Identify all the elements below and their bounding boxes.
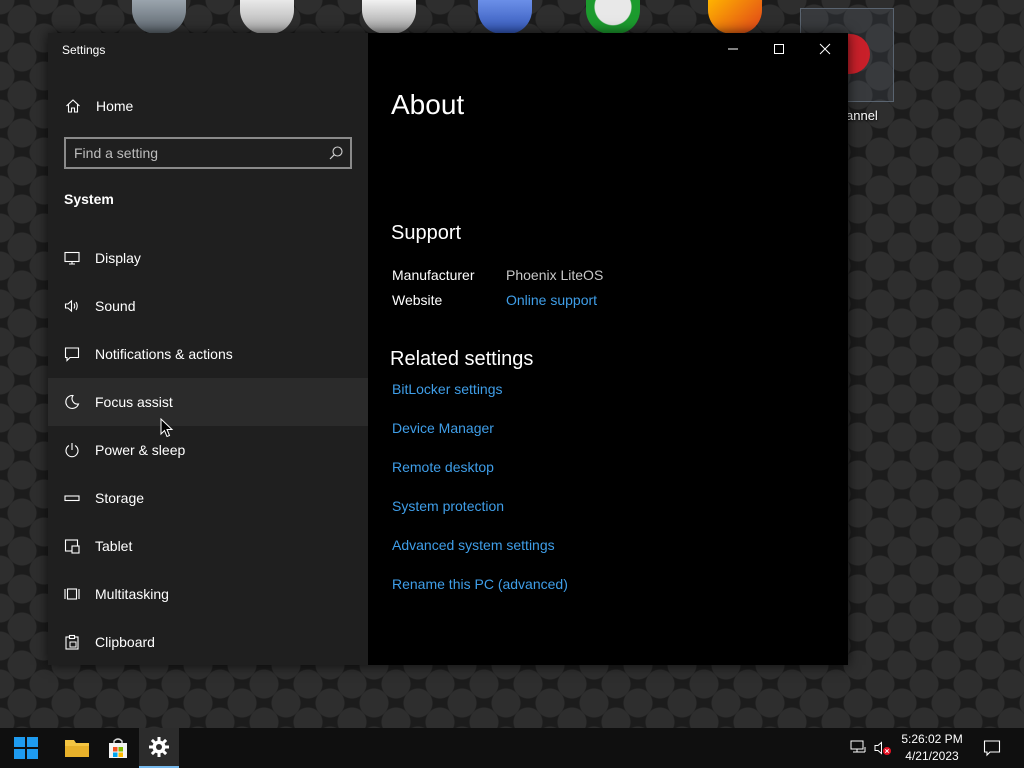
sidebar-item-focus-assist[interactable]: Focus assist <box>48 378 368 426</box>
file-explorer-button[interactable] <box>57 728 97 768</box>
minimize-icon <box>728 48 738 50</box>
sidebar-nav: Display Sound Notifications & actions Fo… <box>48 234 368 666</box>
sidebar-item-label: Storage <box>95 490 145 506</box>
start-button[interactable] <box>6 728 46 768</box>
desktop-folder-icon[interactable] <box>240 0 294 34</box>
sidebar-item-tablet[interactable]: Tablet <box>48 522 368 570</box>
page-title: About <box>391 89 465 120</box>
sidebar-item-label: Notifications & actions <box>95 346 233 362</box>
advanced-system-settings-link[interactable]: Advanced system settings <box>392 537 555 553</box>
maximize-button[interactable] <box>756 33 802 65</box>
window-title: Settings <box>62 43 106 57</box>
bitlocker-settings-link[interactable]: BitLocker settings <box>392 381 503 397</box>
close-button[interactable] <box>802 33 848 65</box>
sidebar-item-label: Power & sleep <box>95 442 186 458</box>
sidebar-item-label: Tablet <box>95 538 133 554</box>
search-box[interactable] <box>64 137 352 169</box>
sidebar-item-display[interactable]: Display <box>48 234 368 282</box>
multitasking-icon <box>64 588 80 600</box>
clipboard-icon <box>65 634 79 650</box>
desktop-controller-icon[interactable] <box>362 0 416 34</box>
sidebar-item-label: Clipboard <box>95 634 155 650</box>
sidebar-item-home[interactable]: Home <box>48 91 368 123</box>
manufacturer-label: Manufacturer <box>392 267 475 283</box>
desktop-xbox-icon[interactable] <box>586 0 640 34</box>
section-title: System <box>64 191 114 207</box>
system-protection-link[interactable]: System protection <box>392 498 504 514</box>
volume-muted-icon[interactable] <box>874 740 892 756</box>
support-heading: Support <box>391 222 462 244</box>
rename-pc-link[interactable]: Rename this PC (advanced) <box>392 576 568 592</box>
sidebar-item-multitasking[interactable]: Multitasking <box>48 570 368 618</box>
sidebar-item-clipboard[interactable]: Clipboard <box>48 618 368 666</box>
home-icon <box>66 99 80 113</box>
maximize-icon <box>774 44 784 54</box>
sidebar-item-label: Focus assist <box>95 394 173 410</box>
gear-icon <box>149 737 169 757</box>
desktop-recycle-bin-icon[interactable] <box>132 0 186 34</box>
sidebar-item-storage[interactable]: Storage <box>48 474 368 522</box>
tablet-icon <box>64 539 80 554</box>
moon-icon <box>65 394 80 410</box>
minimize-button[interactable] <box>710 33 756 65</box>
sidebar-item-power-sleep[interactable]: Power & sleep <box>48 426 368 474</box>
website-label: Website <box>392 292 443 308</box>
sidebar-item-label: Multitasking <box>95 586 169 602</box>
desktop-app-icon[interactable] <box>478 0 532 34</box>
desktop-icon-label: annel <box>846 108 878 123</box>
settings-taskbar-button[interactable] <box>139 728 179 768</box>
related-settings-heading: Related settings <box>390 348 534 370</box>
clock-date: 4/21/2023 <box>905 749 959 763</box>
search-icon[interactable] <box>328 145 344 161</box>
network-icon[interactable] <box>850 740 868 756</box>
manufacturer-value: Phoenix LiteOS <box>506 267 604 283</box>
clock-time: 5:26:02 PM <box>901 732 963 746</box>
online-support-link[interactable]: Online support <box>506 292 597 308</box>
speaker-icon <box>64 299 78 313</box>
storage-icon <box>64 495 80 502</box>
home-label: Home <box>96 98 134 114</box>
remote-desktop-link[interactable]: Remote desktop <box>392 459 494 475</box>
windows-logo-icon <box>14 737 38 759</box>
sidebar-item-sound[interactable]: Sound <box>48 282 368 330</box>
window-controls <box>710 33 848 65</box>
mouse-cursor-icon <box>160 418 174 438</box>
clock[interactable]: 5:26:02 PM 4/21/2023 <box>896 731 968 765</box>
folder-icon <box>65 740 89 757</box>
sidebar-item-notifications[interactable]: Notifications & actions <box>48 330 368 378</box>
desktop-browser-icon[interactable] <box>708 0 762 34</box>
search-input[interactable] <box>74 144 324 162</box>
action-center-icon <box>983 740 1001 757</box>
device-manager-link[interactable]: Device Manager <box>392 420 494 436</box>
store-button[interactable] <box>98 728 138 768</box>
action-center-button[interactable] <box>972 728 1012 768</box>
close-icon <box>819 43 831 55</box>
sidebar: Settings Home System Display <box>48 33 368 665</box>
notification-icon <box>64 347 80 362</box>
settings-window: Settings Home System Display <box>48 33 848 665</box>
store-icon <box>109 738 127 758</box>
sidebar-item-label: Display <box>95 250 141 266</box>
sidebar-item-label: Sound <box>95 298 136 314</box>
taskbar: 5:26:02 PM 4/21/2023 <box>0 728 1024 768</box>
monitor-icon <box>64 251 80 265</box>
main-content: About Support Manufacturer Phoenix LiteO… <box>368 33 848 665</box>
power-icon <box>65 443 79 458</box>
